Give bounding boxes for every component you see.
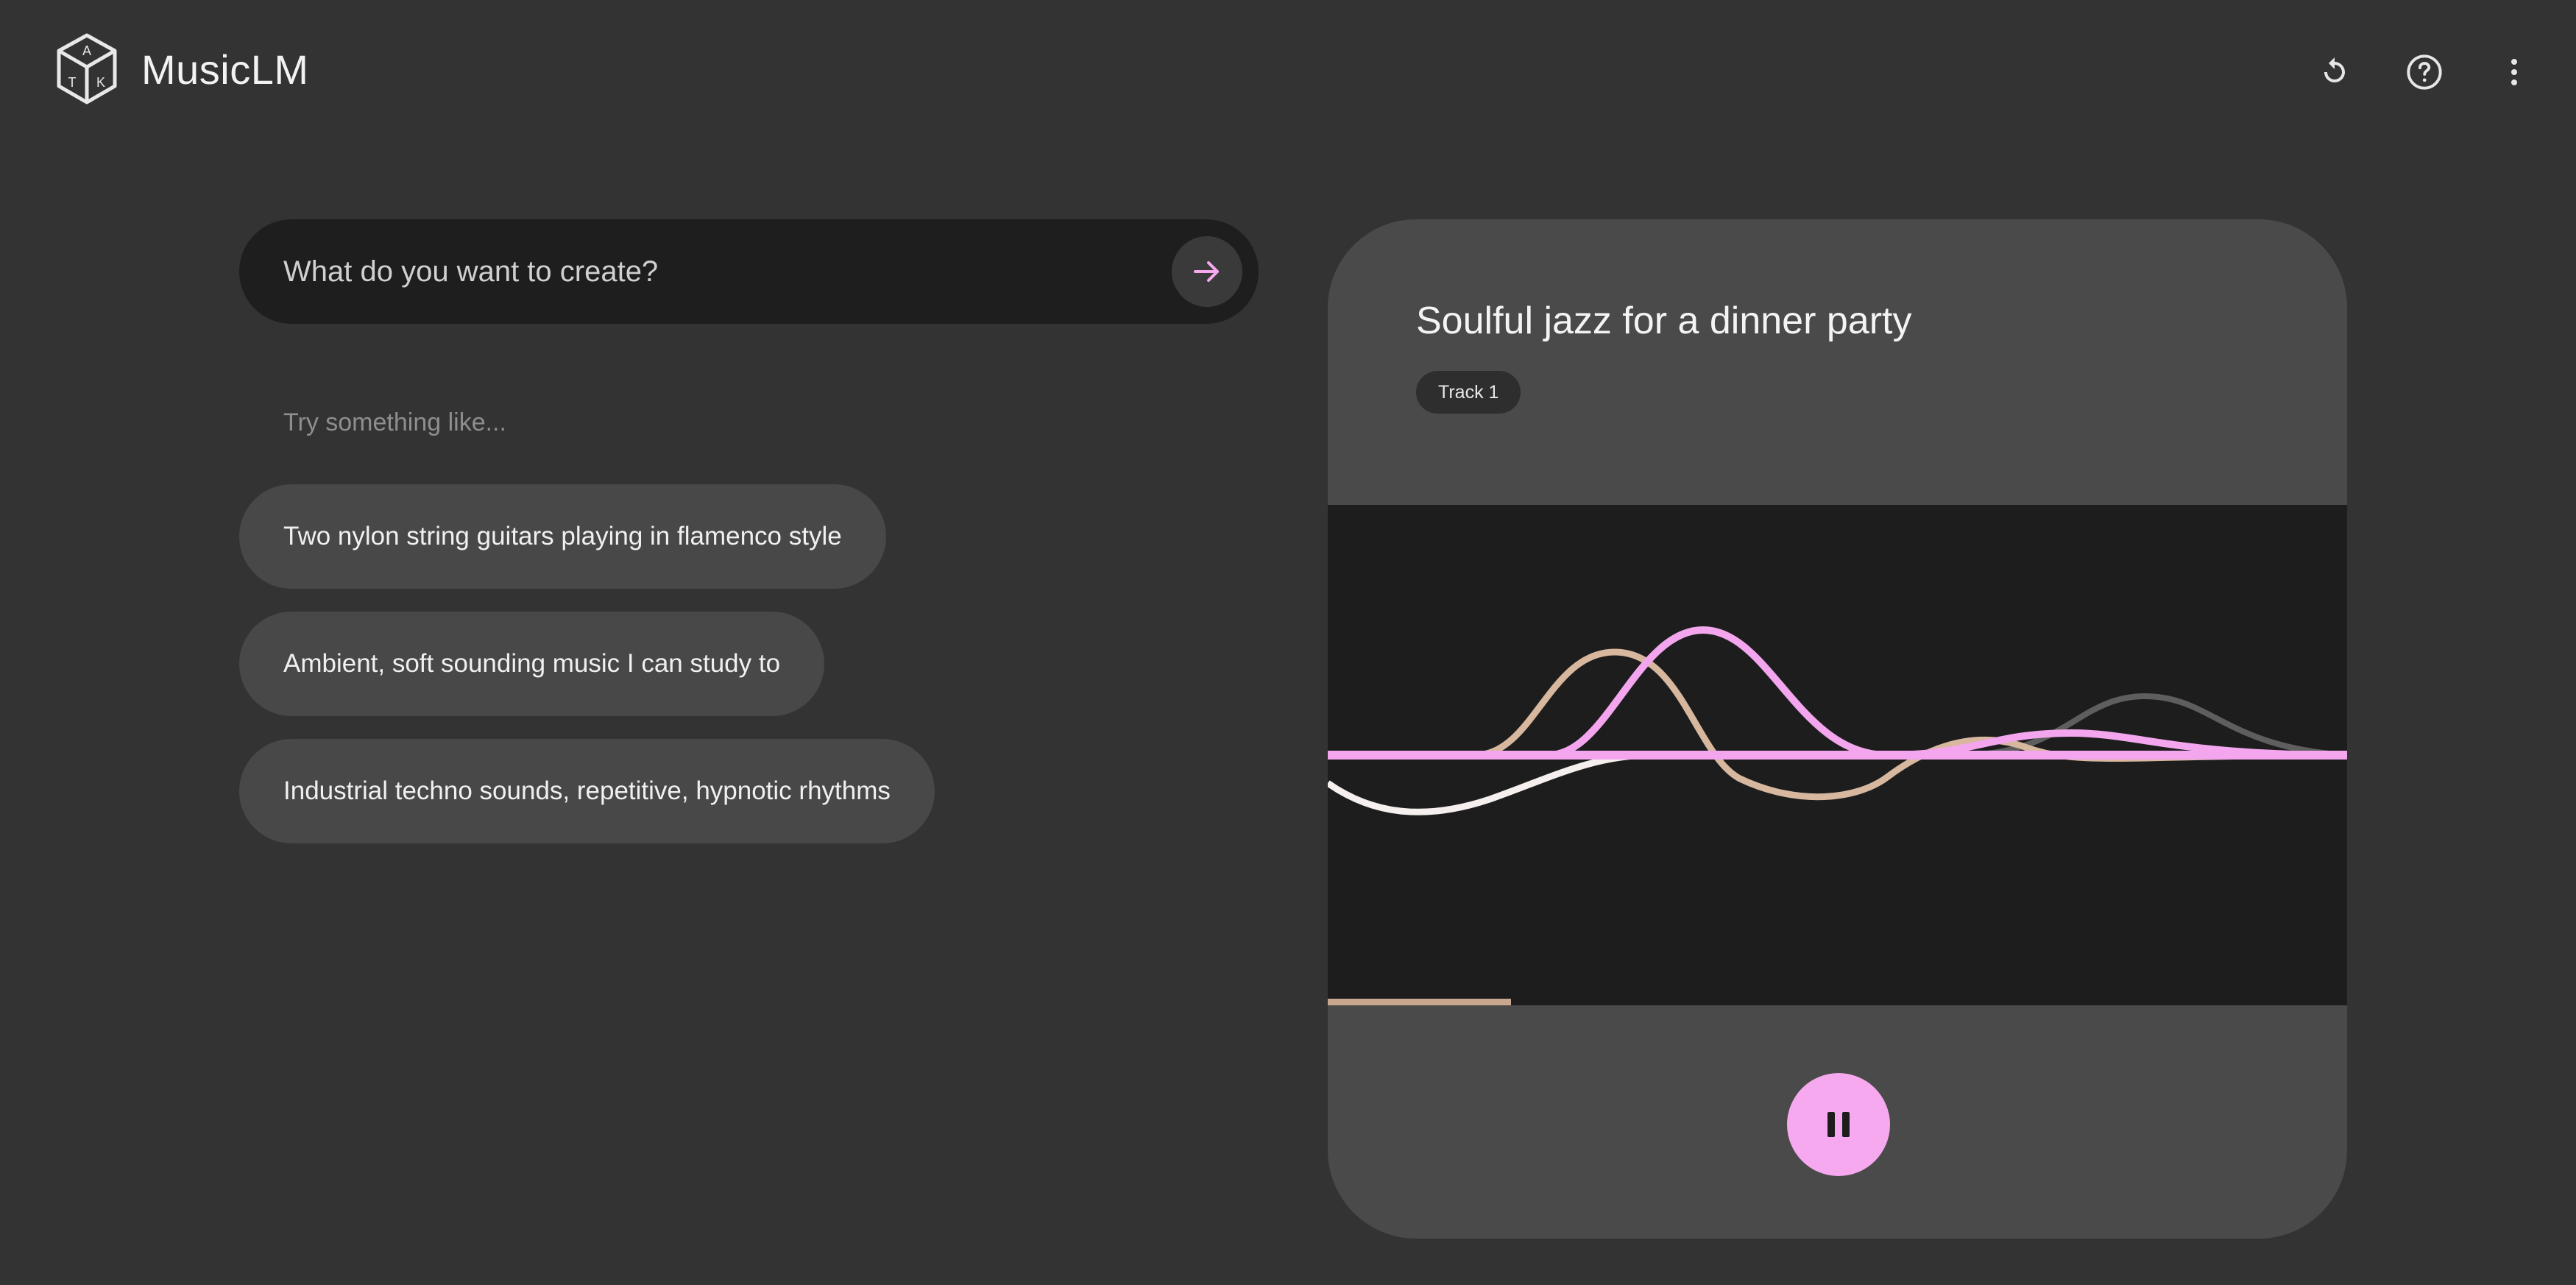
waveform-graphic [1328,626,2347,815]
header-actions [2313,50,2536,94]
pink-wave [1328,626,2347,760]
help-button[interactable] [2402,50,2446,94]
pause-icon [1827,1112,1850,1137]
suggestions-heading: Try something like... [283,408,506,436]
player-card: Soulful jazz for a dinner party Track 1 [1328,219,2347,1239]
suggestion-chip[interactable]: Two nylon string guitars playing in flam… [239,484,886,589]
reset-icon [2324,57,2345,82]
audio-visualizer [1328,505,2347,1005]
svg-text:K: K [96,75,105,90]
reset-button[interactable] [2313,50,2357,94]
suggestion-chip[interactable]: Industrial techno sounds, repetitive, hy… [239,739,935,843]
white-wave [1328,751,2347,815]
svg-text:A: A [82,43,91,58]
progress-bar[interactable] [1328,999,2347,1005]
pause-button[interactable] [1787,1073,1890,1176]
musiclm-app: A T K MusicLM What do you want to create… [0,0,2576,1285]
logo-icon: A T K [57,33,117,105]
more-options-button[interactable] [2492,50,2536,94]
prompt-input[interactable] [283,255,1172,288]
svg-text:T: T [68,75,77,90]
help-icon [2407,54,2442,90]
tan-wave [1328,648,2347,801]
prompt-bar [239,219,1259,324]
track-title: Soulful jazz for a dinner party [1416,300,1912,342]
submit-button[interactable] [1172,236,1242,307]
track-badge: Track 1 [1416,371,1521,414]
brand: A T K MusicLM [54,31,309,107]
suggestion-chip[interactable]: Ambient, soft sounding music I can study… [239,612,825,716]
progress-fill [1328,999,1512,1005]
app-title: MusicLM [141,46,309,93]
arrow-right-icon [1194,261,1219,282]
more-vert-icon [2511,59,2517,85]
